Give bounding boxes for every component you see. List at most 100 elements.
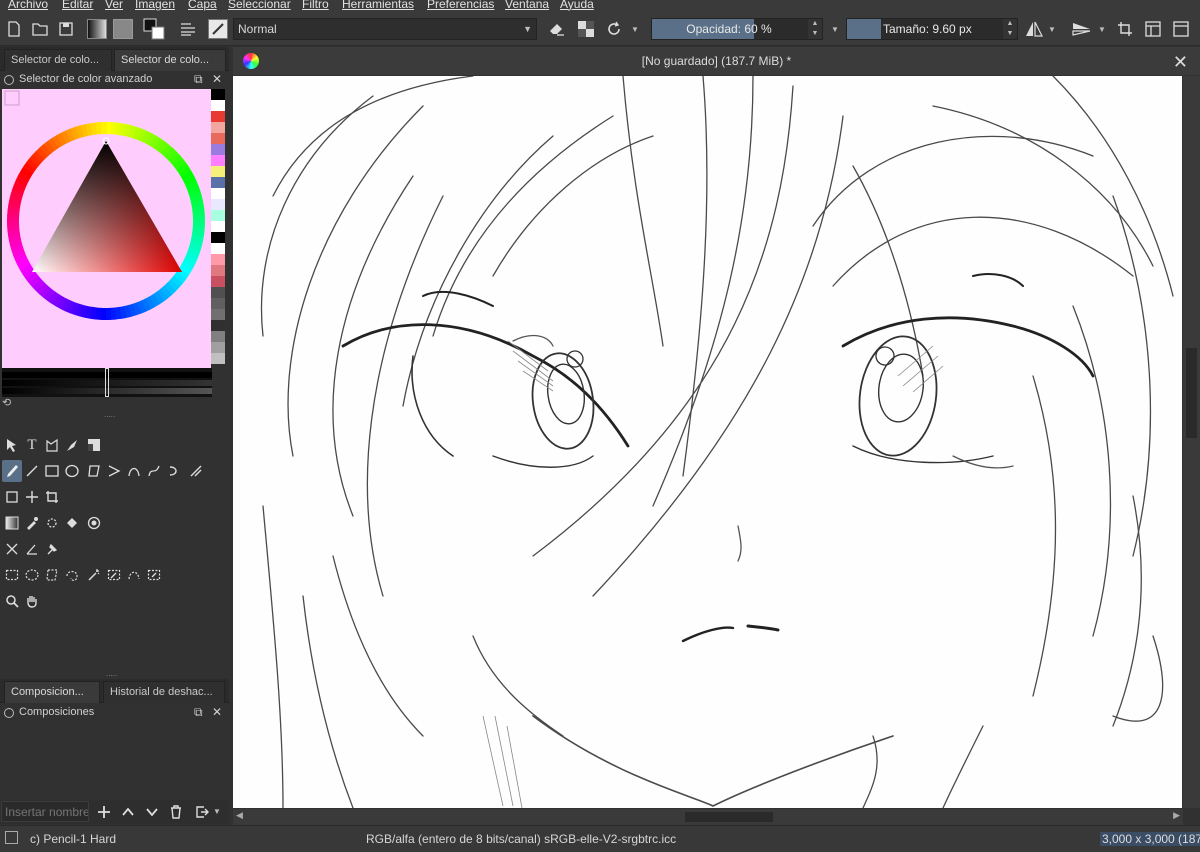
palette-swatch[interactable] (211, 177, 225, 188)
multibrush-icon[interactable] (186, 460, 206, 482)
menu-ventana[interactable]: Ventana (505, 0, 549, 11)
gradient-tool-icon[interactable] (2, 512, 22, 534)
gradient-preset-icon[interactable] (86, 18, 108, 40)
reload-preset-icon[interactable] (604, 18, 624, 40)
workspace-icon[interactable] (1143, 18, 1163, 40)
palette-swatch[interactable] (211, 122, 225, 133)
tab-undo-history[interactable]: Historial de deshac... (103, 681, 225, 703)
tab-compositions[interactable]: Composicion... (4, 681, 100, 703)
enclose-fill-icon[interactable] (84, 512, 104, 534)
scroll-left-icon[interactable]: ◀ (236, 810, 243, 821)
open-folder-icon[interactable] (30, 18, 50, 40)
ellipse-select-icon[interactable] (22, 564, 42, 586)
palette-swatch[interactable] (211, 331, 225, 342)
lock-icon[interactable] (4, 708, 14, 718)
palette-swatch[interactable] (211, 155, 225, 166)
size-spinner[interactable]: ▲ ▼ (1003, 19, 1017, 39)
size-slider[interactable]: Tamaño: 9.60 px ▲ ▼ (846, 18, 1018, 40)
fill-bucket-icon[interactable] (62, 512, 82, 534)
menu-preferencias[interactable]: Preferencias (427, 0, 494, 11)
rectangle-tool-icon[interactable] (42, 460, 62, 482)
float-icon[interactable]: ⧉ (194, 704, 203, 721)
palette-swatch[interactable] (211, 232, 225, 243)
blend-mode-select[interactable]: Normal ▼ (233, 18, 537, 40)
dynamic-brush-icon[interactable] (164, 460, 184, 482)
color-selector-area[interactable] (2, 89, 211, 368)
menu-seleccionar[interactable]: Seleccionar (228, 0, 291, 11)
menu-capa[interactable]: Capa (188, 0, 217, 11)
palette-swatch[interactable] (211, 199, 225, 210)
palette-swatches[interactable] (211, 89, 225, 371)
palette-swatch[interactable] (211, 298, 225, 309)
similar-select-icon[interactable] (104, 564, 124, 586)
scroll-right-icon[interactable]: ▶ (1173, 810, 1180, 821)
drawing-canvas[interactable] (233, 76, 1182, 808)
menu-editar[interactable]: Editar (62, 0, 93, 11)
menu-herramientas[interactable]: Herramientas (342, 0, 414, 11)
add-icon[interactable] (94, 802, 114, 822)
move-down-icon[interactable] (142, 802, 162, 822)
palette-swatch[interactable] (211, 133, 225, 144)
polygon-select-icon[interactable] (42, 564, 62, 586)
opacity-slider[interactable]: Opacidad: 60 % ▲ ▼ (651, 18, 823, 40)
trash-icon[interactable] (166, 802, 186, 822)
preserve-alpha-icon[interactable] (576, 18, 596, 40)
zoom-tool-icon[interactable] (2, 590, 22, 612)
vertical-scrollbar[interactable] (1183, 76, 1200, 808)
palette-swatch[interactable] (211, 309, 225, 320)
palette-swatch[interactable] (211, 287, 225, 298)
fg-bg-color-icon[interactable] (142, 18, 166, 40)
palette-swatch[interactable] (211, 265, 225, 276)
scrollbar-thumb[interactable] (1186, 348, 1197, 438)
color-wheel[interactable] (2, 89, 211, 368)
eraser-mode-icon[interactable] (547, 18, 567, 40)
palette-swatch[interactable] (211, 320, 225, 331)
lock-icon[interactable] (4, 75, 14, 85)
palette-swatch[interactable] (211, 89, 225, 100)
color-picker-icon[interactable] (22, 512, 42, 534)
mirror-vertical-icon[interactable] (1070, 18, 1094, 40)
menu-archivo[interactable]: Archivo (8, 0, 48, 11)
save-icon[interactable] (56, 18, 76, 40)
move-tool-icon[interactable] (22, 486, 42, 508)
menu-ver[interactable]: Ver (105, 0, 123, 11)
composition-name-input[interactable] (1, 801, 89, 822)
menu-imagen[interactable]: Imagen (135, 0, 175, 11)
chevron-down-icon[interactable]: ▼ (1096, 18, 1108, 40)
menu-ayuda[interactable]: Ayuda (560, 0, 594, 11)
value-gradient-bars[interactable] (2, 368, 212, 397)
freehand-select-icon[interactable] (62, 564, 82, 586)
polyline-tool-icon[interactable] (104, 460, 124, 482)
reference-tool-icon[interactable] (42, 538, 62, 560)
select-shapes-icon[interactable] (2, 434, 22, 456)
bezier-select-icon[interactable] (124, 564, 144, 586)
palette-swatch[interactable] (211, 276, 225, 287)
mirror-horizontal-icon[interactable] (1024, 18, 1044, 40)
smart-patch-icon[interactable] (42, 512, 62, 534)
tab-color-selector-2[interactable]: Selector de colo... (114, 49, 226, 71)
scrollbar-thumb[interactable] (685, 812, 773, 822)
palette-swatch[interactable] (211, 243, 225, 254)
magic-wand-icon[interactable] (84, 564, 104, 586)
ellipse-tool-icon[interactable] (62, 460, 82, 482)
fill-pattern-icon[interactable] (84, 434, 104, 456)
palette-swatch[interactable] (211, 100, 225, 111)
text-tool-icon[interactable]: T (22, 434, 42, 456)
splitter-handle[interactable]: ..... (104, 410, 115, 419)
line-tool-icon[interactable] (22, 460, 42, 482)
palette-swatch[interactable] (211, 353, 225, 364)
crop-wrap-icon[interactable] (1115, 18, 1135, 40)
palette-swatch[interactable] (211, 342, 225, 353)
bezier-tool-icon[interactable] (124, 460, 144, 482)
close-icon[interactable]: ✕ (212, 71, 222, 88)
horizontal-scrollbar[interactable]: ◀ ▶ (233, 809, 1183, 825)
window-icon[interactable] (1171, 18, 1191, 40)
palette-swatch[interactable] (211, 144, 225, 155)
new-document-icon[interactable] (4, 18, 24, 40)
slider-handle[interactable] (105, 368, 109, 397)
magnetic-select-icon[interactable] (144, 564, 164, 586)
assistant-tool-icon[interactable] (2, 538, 22, 560)
chevron-down-icon[interactable]: ▼ (628, 18, 642, 40)
move-up-icon[interactable] (118, 802, 138, 822)
palette-swatch[interactable] (211, 254, 225, 265)
